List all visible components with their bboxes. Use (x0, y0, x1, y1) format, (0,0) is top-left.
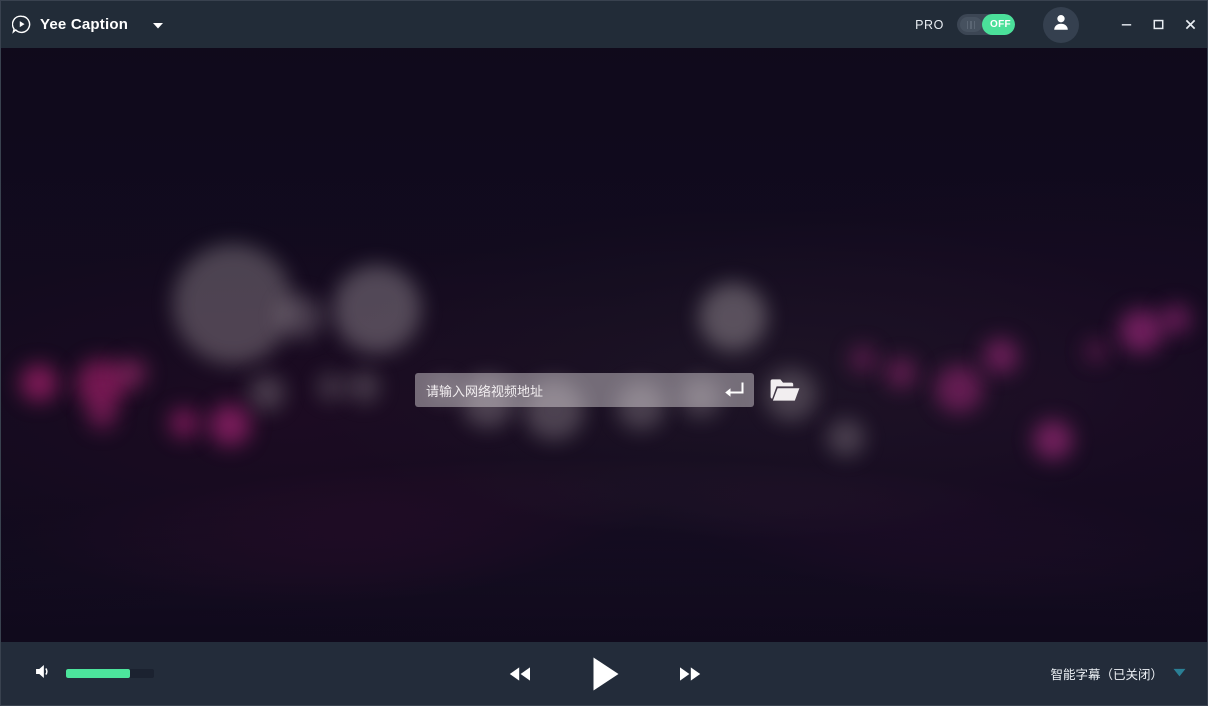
minimize-button[interactable] (1113, 12, 1139, 38)
maximize-button[interactable] (1145, 12, 1171, 38)
pro-toggle-knob (960, 17, 982, 32)
url-input-placeholder: 请输入网络视频地址 (426, 384, 544, 400)
close-button[interactable] (1177, 12, 1203, 38)
chevron-down-icon[interactable] (150, 17, 166, 33)
titlebar-controls: PRO OFF (915, 6, 1207, 43)
bokeh-circle (885, 357, 917, 389)
bokeh-circle (1161, 304, 1191, 334)
bokeh-circle (173, 244, 293, 364)
play-circle-icon (11, 15, 31, 34)
bokeh-layer (1, 48, 1207, 642)
app-brand[interactable]: Yee Caption (1, 15, 166, 34)
bokeh-circle (169, 408, 199, 438)
rewind-icon[interactable] (503, 664, 537, 684)
user-avatar-icon (1050, 11, 1072, 38)
bokeh-circle (983, 338, 1019, 374)
bokeh-circle (117, 358, 147, 388)
video-stage[interactable]: 请输入网络视频地址 (1, 48, 1207, 642)
bokeh-circle (348, 371, 380, 403)
bokeh-circle (279, 295, 323, 339)
pro-toggle-state-label: OFF (990, 19, 1011, 30)
bokeh-circle (827, 419, 865, 457)
pro-label: PRO (915, 17, 944, 32)
bokeh-circle (249, 375, 285, 411)
avatar[interactable] (1043, 6, 1079, 43)
chevron-down-icon[interactable] (1172, 665, 1187, 683)
url-entry-row: 请输入网络视频地址 (415, 373, 802, 407)
title-bar: Yee Caption PRO OFF (1, 1, 1207, 48)
url-input[interactable]: 请输入网络视频地址 (415, 373, 754, 407)
pro-toggle[interactable]: OFF (957, 14, 1015, 35)
bokeh-circle (1033, 420, 1073, 460)
smart-caption-label: 智能字幕（已关闭） (1050, 667, 1163, 682)
enter-return-icon[interactable] (720, 379, 746, 401)
bokeh-circle (317, 373, 345, 401)
bokeh-circle (20, 364, 58, 402)
app-title: Yee Caption (40, 16, 129, 33)
bokeh-circle (1119, 309, 1163, 353)
folder-open-icon[interactable] (768, 375, 802, 405)
bokeh-circle (87, 400, 117, 430)
bokeh-circle (1084, 339, 1108, 363)
bokeh-circle (209, 404, 251, 446)
volume-slider-fill (66, 669, 131, 678)
bokeh-circle (699, 283, 767, 351)
speaker-volume-icon[interactable] (33, 661, 54, 687)
bokeh-circle (333, 265, 421, 353)
bokeh-circle (849, 345, 877, 373)
transport-controls (503, 654, 707, 694)
volume-slider-track[interactable] (66, 669, 154, 678)
volume-control[interactable] (1, 661, 154, 687)
play-icon[interactable] (587, 654, 623, 694)
smart-caption-menu[interactable]: 智能字幕（已关闭） (1050, 664, 1187, 683)
bokeh-circle (935, 365, 983, 413)
app-window: Yee Caption PRO OFF 请输入网络视频地址 智能字幕（已关闭） (0, 0, 1208, 706)
player-controls-bar: 智能字幕（已关闭） (1, 642, 1207, 705)
fast-forward-icon[interactable] (673, 664, 707, 684)
pro-toggle-state: OFF (982, 14, 1015, 35)
